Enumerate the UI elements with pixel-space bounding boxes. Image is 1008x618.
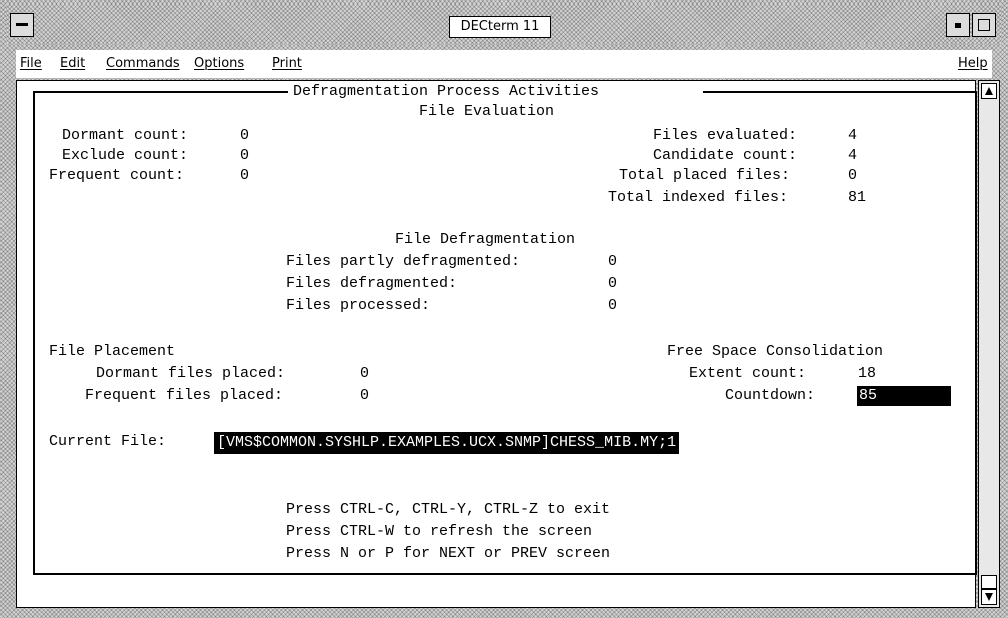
maximize-button[interactable] [972, 13, 996, 37]
dormant-count-label: Dormant count: [62, 127, 189, 144]
maximize-icon [978, 19, 990, 31]
file-placement-title: File Placement [49, 343, 176, 360]
current-file-label: Current File: [49, 433, 167, 450]
window-title: DECterm 11 [449, 16, 551, 38]
arrow-down-icon [985, 593, 993, 601]
candidate-count-value: 4 [848, 147, 858, 164]
menu-help[interactable]: Help [958, 56, 988, 71]
frequent-count-value: 0 [240, 167, 250, 184]
dormant-placed-value: 0 [360, 365, 370, 382]
menu-print[interactable]: Print [272, 56, 302, 71]
frame-top-left [33, 91, 288, 93]
defragmented-value: 0 [608, 275, 618, 292]
partly-defragmented-label: Files partly defragmented: [286, 253, 521, 270]
total-indexed-files-value: 81 [848, 189, 867, 206]
candidate-count-label: Candidate count: [653, 147, 798, 164]
extent-count-value: 18 [858, 365, 877, 382]
processed-label: Files processed: [286, 297, 431, 314]
frequent-count-label: Frequent count: [49, 167, 185, 184]
current-file-value: [VMS$COMMON.SYSHLP.EXAMPLES.UCX.SNMP]CHE… [214, 432, 680, 454]
instruction-exit: Press CTRL-C, CTRL-Y, CTRL-Z to exit [286, 501, 611, 518]
minimize-button[interactable] [946, 13, 970, 37]
frame-top-right [703, 91, 977, 93]
free-space-title: Free Space Consolidation [667, 343, 884, 360]
scroll-up-button[interactable] [981, 83, 997, 99]
menu-bar: File Edit Commands Options Print Help [16, 50, 992, 78]
menu-options[interactable]: Options [194, 56, 244, 71]
instruction-navigate: Press N or P for NEXT or PREV screen [286, 545, 611, 562]
processed-value: 0 [608, 297, 618, 314]
instruction-refresh: Press CTRL-W to refresh the screen [286, 523, 593, 540]
frequent-placed-label: Frequent files placed: [85, 387, 284, 404]
partly-defragmented-value: 0 [608, 253, 618, 270]
files-evaluated-value: 4 [848, 127, 858, 144]
total-placed-files-label: Total placed files: [619, 167, 791, 184]
countdown-label: Countdown: [725, 387, 816, 404]
vertical-scrollbar[interactable] [978, 80, 1000, 608]
files-evaluated-label: Files evaluated: [653, 127, 798, 144]
file-evaluation-title: File Evaluation [419, 103, 555, 120]
scroll-down-button[interactable] [981, 589, 997, 605]
scrollbar-thumb[interactable] [981, 575, 997, 589]
total-placed-files-value: 0 [848, 167, 858, 184]
total-indexed-files-label: Total indexed files: [608, 189, 789, 206]
menu-edit[interactable]: Edit [60, 56, 85, 71]
title-bar[interactable]: DECterm 11 [6, 4, 1002, 44]
dormant-placed-label: Dormant files placed: [96, 365, 286, 382]
exclude-count-value: 0 [240, 147, 250, 164]
arrow-up-icon [985, 87, 993, 95]
menu-file[interactable]: File [20, 56, 42, 71]
terminal-screen[interactable]: Defragmentation Process Activities File … [16, 80, 977, 608]
menu-commands[interactable]: Commands [106, 56, 180, 71]
screen-heading: Defragmentation Process Activities [293, 83, 600, 100]
window-menu-button[interactable] [10, 13, 34, 37]
minimize-icon [955, 23, 961, 28]
countdown-value: 85 [857, 386, 951, 406]
extent-count-label: Extent count: [689, 365, 807, 382]
dormant-count-value: 0 [240, 127, 250, 144]
window-menu-icon [16, 23, 28, 26]
frequent-placed-value: 0 [360, 387, 370, 404]
exclude-count-label: Exclude count: [62, 147, 189, 164]
file-defragmentation-title: File Defragmentation [395, 231, 576, 248]
defragmented-label: Files defragmented: [286, 275, 458, 292]
decterm-window: DECterm 11 File Edit Commands Options Pr… [0, 0, 1008, 618]
